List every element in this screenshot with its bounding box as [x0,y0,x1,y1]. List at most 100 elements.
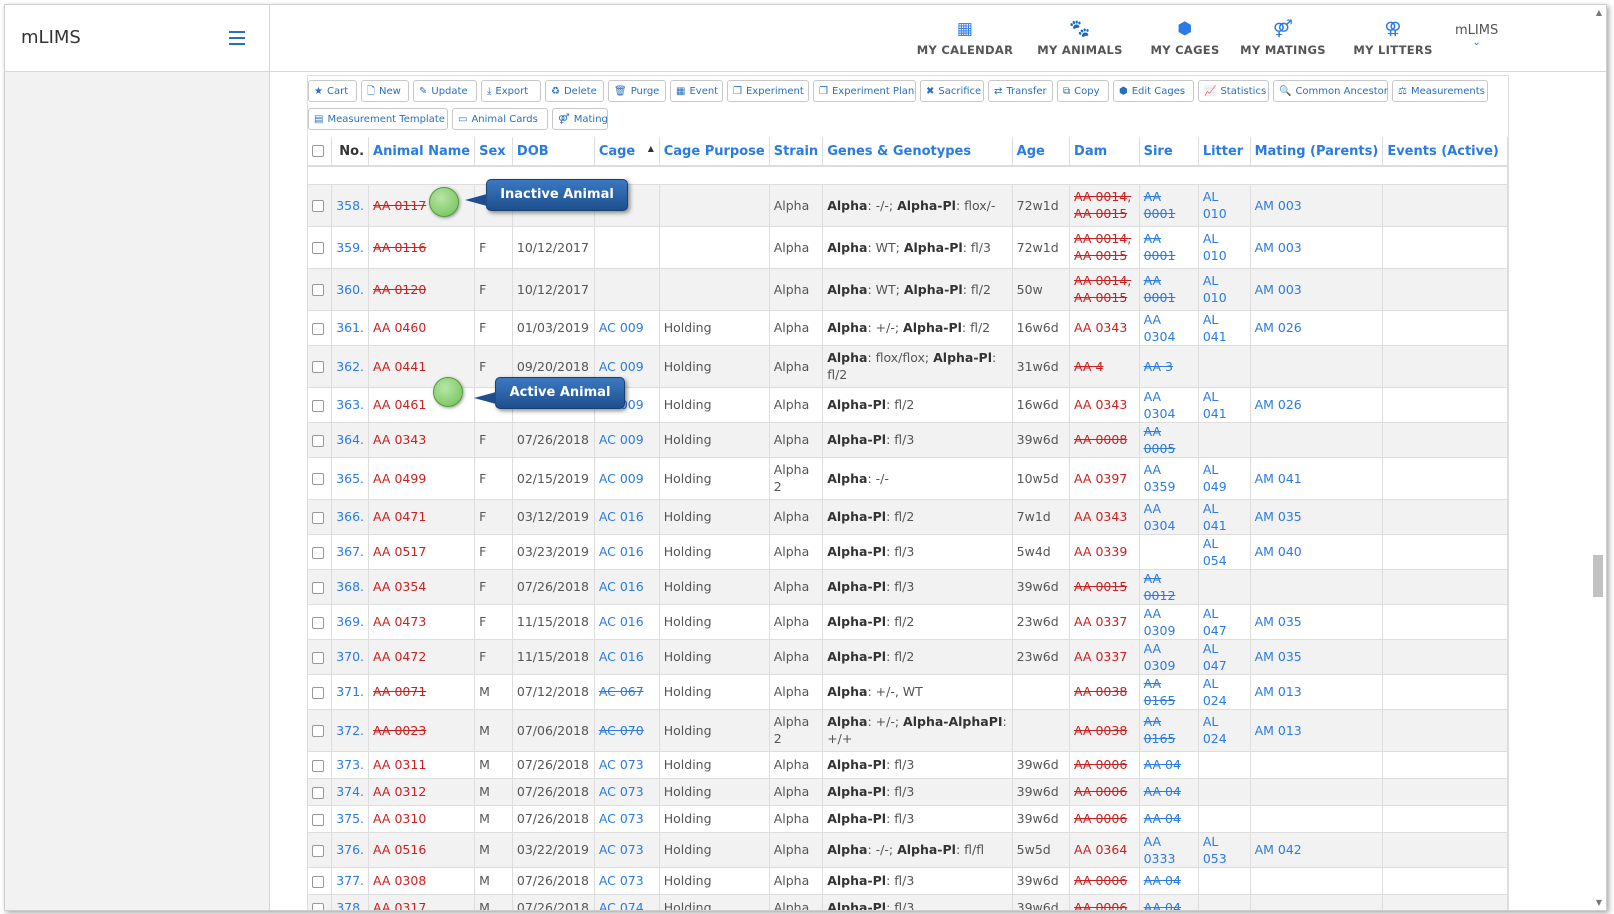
animal-name-link[interactable]: AA 0310 [373,811,426,826]
dam-link[interactable]: AA 0006 [1074,900,1127,910]
row-checkbox-cell[interactable] [308,708,333,751]
experiment-button[interactable]: ❐ Experiment [727,80,809,102]
dam-link[interactable]: AA 0015 [1074,206,1127,221]
mating-link[interactable]: AM 013 [1255,723,1302,738]
new-button[interactable]: 🗋 New [361,80,409,102]
mating-link[interactable]: AM 003 [1255,198,1302,213]
animal-name-link[interactable]: AA 0499 [373,471,426,486]
cage-link[interactable]: AC 074 [599,900,644,910]
column-header-dob[interactable]: DOB [512,137,595,167]
cage-link[interactable]: AC 016 [599,544,644,559]
row-checkbox[interactable] [312,473,324,485]
sire-link[interactable]: AA 04 [1144,873,1181,888]
animal-name-link[interactable]: AA 0311 [373,757,426,772]
column-header-age[interactable]: Age [1012,137,1071,167]
cage-link[interactable]: AC 016 [599,649,644,664]
animal-name-link[interactable]: AA 0312 [373,784,426,799]
column-header-mating[interactable]: Mating (Parents) [1250,137,1384,167]
cage-link[interactable]: AC 073 [599,873,644,888]
mating-link[interactable]: AM 041 [1255,471,1302,486]
row-checkbox[interactable] [312,844,324,857]
animal-name-link[interactable]: AA 0117 [373,198,426,213]
dam-link[interactable]: AA 0006 [1074,784,1127,799]
cage-link[interactable]: AC 073 [599,842,644,857]
dam-link[interactable]: AA 0337 [1074,614,1127,629]
animal-name-link[interactable]: AA 0343 [373,432,426,447]
update-button[interactable]: ✎ Update [413,80,477,102]
user-menu[interactable]: mLIMS ⌄ [1455,23,1498,48]
row-checkbox-cell[interactable] [308,831,333,867]
row-checkbox[interactable] [312,725,324,737]
delete-button[interactable]: ♻ Delete [545,80,604,102]
litter-link[interactable]: AL 024 [1203,676,1227,708]
animal-name-link[interactable]: AA 0441 [373,359,426,374]
brand-logo[interactable]: mLIMS [21,27,81,48]
row-checkbox[interactable] [312,242,324,254]
cart-button[interactable]: ★ Cart [308,80,357,102]
litter-link[interactable]: AL 053 [1203,834,1227,866]
column-header-events[interactable]: Events (Active) [1382,137,1508,167]
nav-my-calendar[interactable]: ▦ MY CALENDAR [915,19,1015,57]
animal-name-link[interactable]: AA 0517 [373,544,426,559]
purge-button[interactable]: 🗑 Purge [608,80,666,102]
dam-link[interactable]: AA 0014, [1074,273,1131,288]
sire-link[interactable]: AA 04 [1144,784,1181,799]
row-checkbox[interactable] [312,361,324,373]
sacrifice-button[interactable]: ✖ Sacrifice [920,80,984,102]
dam-link[interactable]: AA 0006 [1074,757,1127,772]
row-checkbox[interactable] [312,200,324,212]
animal-name-link[interactable]: AA 0317 [373,900,426,910]
column-header-strain[interactable]: Strain [769,137,824,167]
export-button[interactable]: ⤓ Export [481,80,541,102]
row-checkbox-cell[interactable] [308,498,333,534]
column-header-sex[interactable]: Sex [474,137,513,167]
dam-link[interactable]: AA 0038 [1074,684,1127,699]
dam-link[interactable]: AA 0343 [1074,509,1127,524]
row-checkbox[interactable] [312,616,324,629]
litter-link[interactable]: AL 047 [1203,641,1227,673]
cage-link[interactable]: AC 073 [599,784,644,799]
mating-link[interactable]: AM 013 [1255,684,1302,699]
row-checkbox-cell[interactable] [308,893,333,910]
dam-link[interactable]: AA 0343 [1074,320,1127,335]
row-checkbox[interactable] [312,581,324,594]
sire-link[interactable]: AA 0304 [1144,389,1176,421]
row-checkbox-cell[interactable] [308,673,333,709]
nav-my-litters[interactable]: ⚢ MY LITTERS [1348,19,1438,57]
animal-name-link[interactable]: AA 0460 [373,320,426,335]
nav-my-animals[interactable]: 🐾 MY ANIMALS [1035,19,1125,57]
sire-link[interactable]: AA 0001 [1144,231,1176,263]
dam-link[interactable]: AA 0397 [1074,471,1127,486]
cage-link[interactable]: AC 016 [599,579,644,594]
sire-link[interactable]: AA 3 [1144,359,1173,374]
column-header-litter[interactable]: Litter [1198,137,1251,167]
row-checkbox[interactable] [312,786,324,799]
mating-link[interactable]: AM 026 [1255,397,1302,412]
mating-link[interactable]: AM 035 [1255,614,1302,629]
row-checkbox[interactable] [312,434,324,447]
dam-link[interactable]: AA 0337 [1074,649,1127,664]
column-header-genes[interactable]: Genes & Genotypes [822,137,1013,167]
sire-link[interactable]: AA 0012 [1144,571,1176,603]
sire-link[interactable]: AA 04 [1144,900,1181,910]
row-checkbox-cell[interactable] [308,267,333,310]
litter-link[interactable]: AL 041 [1203,312,1227,344]
row-checkbox[interactable] [312,875,324,888]
row-checkbox-cell[interactable] [308,777,333,805]
mating-link[interactable]: AM 035 [1255,649,1302,664]
sire-link[interactable]: AA 0005 [1144,424,1176,456]
sire-link[interactable]: AA 0359 [1144,462,1176,494]
column-header-cage-purpose[interactable]: Cage Purpose [659,137,770,167]
cage-link[interactable]: AC 009 [599,320,644,335]
nav-my-cages[interactable]: ⬢ MY CAGES [1145,19,1225,57]
row-checkbox-cell[interactable] [308,344,333,387]
animal-name-link[interactable]: AA 0461 [373,397,426,412]
transfer-button[interactable]: ⇄ Transfer [988,80,1053,102]
cage-link[interactable]: AC 067 [599,684,644,699]
row-checkbox-cell[interactable] [308,309,333,345]
cage-link[interactable]: AC 073 [599,757,644,772]
dam-link[interactable]: AA 0008 [1074,432,1127,447]
cage-link[interactable]: AC 009 [599,359,644,374]
sire-link[interactable]: AA 0333 [1144,834,1176,866]
copy-button[interactable]: ⧉ Copy [1057,80,1109,102]
